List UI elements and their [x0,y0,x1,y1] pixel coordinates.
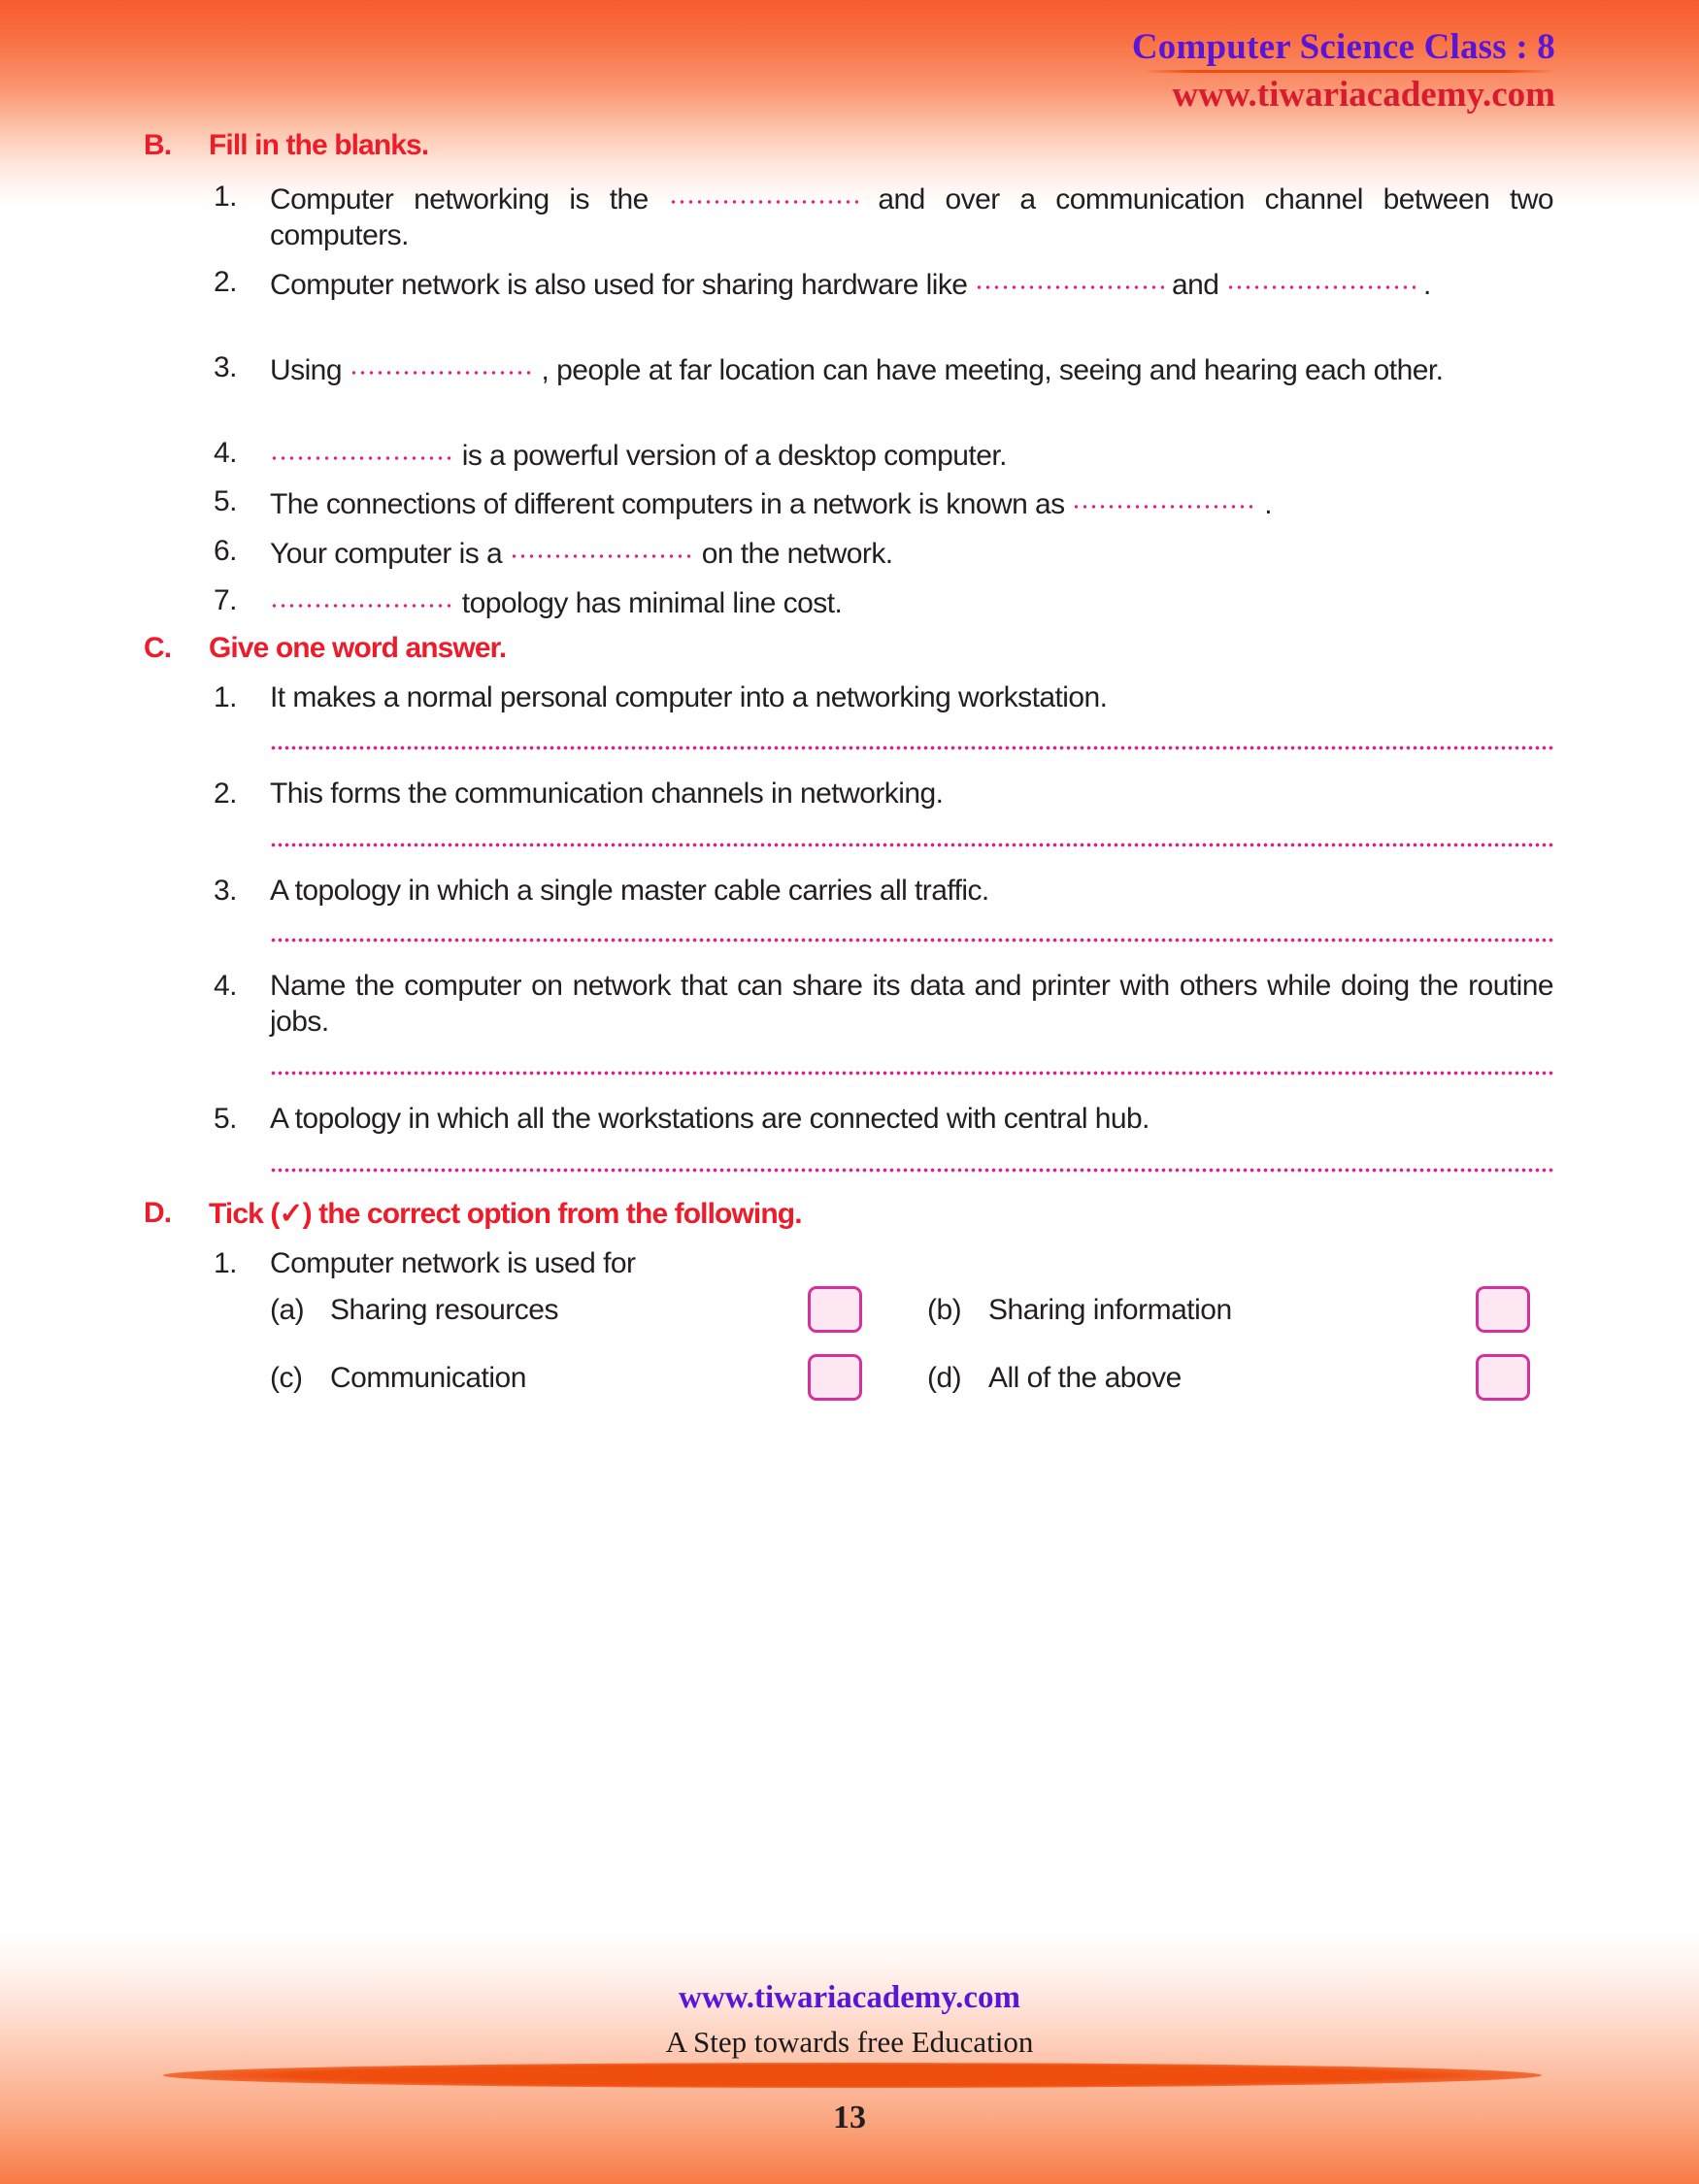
fill-item-6-number: 6. [214,535,237,567]
fill-item-6-text: Your computer is a on the network. [270,534,1553,573]
section-c-letter: C. [144,632,172,664]
page-number: 13 [833,2100,866,2135]
fill-item-2-text-c: . [1423,269,1431,301]
fill-item-7-text-b: topology has minimal line cost. [461,587,843,619]
oneword-item-3: 3. A topology in which a single master c… [214,874,1553,910]
tick-checkbox-b[interactable] [1476,1286,1530,1333]
fill-item-3-text: Using , people at far location can have … [270,350,1553,389]
oneword-item-3-number: 3. [214,875,237,907]
tick-option-c-letter: (c) [270,1362,303,1394]
fill-item-4-text: is a powerful version of a desktop compu… [270,436,1553,475]
oneword-item-2-number: 2. [214,778,237,810]
oneword-item-1: 1. It makes a normal personal computer i… [214,680,1553,716]
fill-item-6-text-b: on the network. [701,538,893,570]
fill-item-7: 7. topology has minimal line cost. [214,583,1553,622]
fill-item-2: 2. Computer network is also used for sha… [214,265,1553,304]
footer-tagline: A Step towards free Education [665,2025,1034,2059]
fill-item-5-blank[interactable] [1072,484,1257,513]
header-divider [1143,70,1555,74]
fill-item-4-number: 4. [214,437,237,469]
oneword-item-2: 2. This forms the communication channels… [214,777,1553,812]
document-header: Computer Science Class : 8 www.tiwariaca… [876,27,1555,116]
oneword-answer-line-5[interactable] [270,1168,1553,1173]
oneword-item-4-number: 4. [214,970,237,1002]
oneword-item-3-text: A topology in which a single master cabl… [270,875,989,907]
oneword-answer-line-2[interactable] [270,843,1553,847]
fill-item-3-text-b: , people at far location can have meetin… [541,354,1444,386]
oneword-item-5: 5. A topology in which all the workstati… [214,1102,1553,1138]
tick-question-1-number: 1. [214,1247,237,1279]
fill-item-7-text: topology has minimal line cost. [270,583,1553,622]
tick-checkbox-a[interactable] [808,1286,862,1333]
oneword-item-4-text: Name the computer on network that can sh… [270,970,1554,1038]
oneword-answer-line-3[interactable] [270,938,1553,943]
header-title: Computer Science Class : 8 [1131,27,1555,67]
fill-item-2-text: Computer network is also used for sharin… [270,265,1553,304]
tick-option-a-letter: (a) [270,1294,305,1326]
fill-item-5-text: The connections of different computers i… [270,484,1553,523]
tick-checkbox-d[interactable] [1476,1354,1530,1401]
fill-item-2-blank-2[interactable] [1226,265,1416,294]
fill-item-5-number: 5. [214,485,237,517]
footer-website: www.tiwariacademy.com [679,1980,1020,2015]
fill-item-1-text-a: Computer networking is the [270,183,649,215]
section-c-title: Give one word answer. [209,632,507,664]
tick-option-c-label: Communication [330,1362,526,1394]
oneword-item-5-text: A topology in which all the workstations… [270,1103,1150,1135]
fill-item-2-number: 2. [214,266,237,298]
oneword-item-5-number: 5. [214,1103,237,1135]
fill-item-2-blank-1[interactable] [975,265,1165,294]
fill-item-4-text-b: is a powerful version of a desktop compu… [461,440,1008,472]
fill-item-4: 4. is a powerful version of a desktop co… [214,436,1553,475]
fill-item-3-number: 3. [214,351,237,383]
tick-option-b-label: Sharing information [988,1294,1232,1326]
fill-item-3-text-a: Using [270,354,343,386]
footer-orange-band [163,2063,1542,2088]
oneword-item-2-text: This forms the communication channels in… [270,778,944,810]
fill-item-4-blank[interactable] [270,436,454,465]
section-d-letter: D. [144,1197,172,1229]
fill-item-5-text-b: . [1264,488,1272,520]
oneword-item-1-number: 1. [214,681,237,713]
section-b-letter: B. [144,129,172,161]
fill-item-3: 3. Using , people at far location can ha… [214,350,1553,389]
tick-option-d-label: All of the above [988,1362,1182,1394]
fill-item-6: 6. Your computer is a on the network. [214,534,1553,573]
tick-question-1-text: Computer network is used for [270,1247,636,1279]
fill-item-1-blank[interactable] [668,180,858,209]
fill-item-1: 1. Computer networking is the and over a… [214,180,1554,254]
oneword-answer-line-4[interactable] [270,1071,1553,1075]
oneword-item-4: 4. Name the computer on network that can… [214,969,1554,1041]
fill-item-1-number: 1. [214,181,237,213]
oneword-item-1-text: It makes a normal personal computer into… [270,681,1108,713]
fill-item-2-text-b: and [1172,269,1219,301]
fill-item-5: 5. The connections of different computer… [214,484,1553,523]
tick-option-a-label: Sharing resources [330,1294,558,1326]
oneword-answer-line-1[interactable] [270,745,1553,750]
section-b-title: Fill in the blanks. [209,129,429,161]
tick-question-1: 1. Computer network is used for [214,1246,1553,1282]
tick-checkbox-c[interactable] [808,1354,862,1401]
fill-item-1-text: Computer networking is the and over a co… [270,180,1554,254]
fill-item-7-number: 7. [214,584,237,616]
fill-item-5-text-a: The connections of different computers i… [270,488,1065,520]
header-website: www.tiwariacademy.com [1172,75,1555,116]
fill-item-6-blank[interactable] [509,534,694,563]
fill-item-6-text-a: Your computer is a [270,538,503,570]
tick-option-b-letter: (b) [927,1294,962,1326]
fill-item-3-blank[interactable] [349,350,534,380]
section-d-title: Tick (✓) the correct option from the fol… [209,1198,803,1230]
tick-option-d-letter: (d) [927,1362,962,1394]
fill-item-7-blank[interactable] [270,583,454,612]
fill-item-2-text-a: Computer network is also used for sharin… [270,269,968,301]
